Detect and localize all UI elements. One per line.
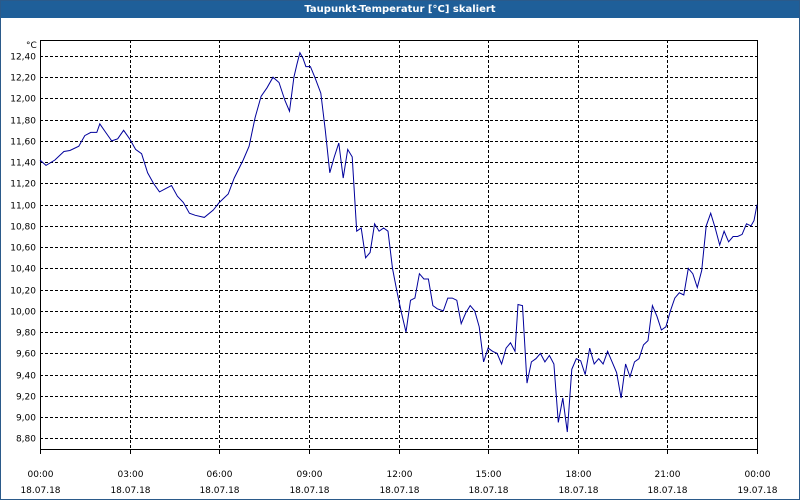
y-tick-label: 11,00 [10,202,36,212]
y-tick-label: 10,20 [10,287,36,297]
x-tick-date-label: 18.07.18 [468,486,508,496]
x-tick-time-label: 18:00 [566,470,592,480]
y-tick-label: 10,60 [10,244,36,254]
x-tick-date-label: 18.07.18 [110,486,150,496]
x-tick-date-label: 18.07.18 [20,486,60,496]
x-tick-date-label: 18.07.18 [199,486,239,496]
x-tick-time-label: 09:00 [297,470,323,480]
x-tick-time-label: 00:00 [745,470,771,480]
x-tick-time-label: 15:00 [476,470,502,480]
x-tick-date-label: 18.07.18 [379,486,419,496]
y-tick-label: 10,40 [10,265,36,275]
x-tick-time-label: 00:00 [28,470,54,480]
y-tick-label: 11,20 [10,180,36,190]
x-tick-date-label: 18.07.18 [289,486,329,496]
y-tick-label: 8,80 [16,435,36,445]
y-tick-label: 11,40 [10,159,36,169]
x-tick-date-label: 18.07.18 [558,486,598,496]
grid [40,40,757,449]
y-tick-label: 12,40 [10,53,36,63]
y-tick-label: 10,00 [10,308,36,318]
chart-canvas: 12,40 12,20 12,00 11,80 11,60 11,40 11,20 11,00… [10,40,778,496]
y-tick-label: 9,00 [16,414,36,424]
y-tick-label: 12,20 [10,74,36,84]
x-tick-time-label: 12:00 [387,470,413,480]
y-tick-label: 9,20 [16,393,36,403]
x-tick-time-label: 03:00 [118,470,144,480]
x-tick-date-label: 18.07.18 [647,486,687,496]
y-tick-label: 12,00 [10,95,36,105]
y-tick-label: 11,60 [10,138,36,148]
x-tick-date-label: 19.07.18 [737,486,777,496]
y-tick-label: 9,40 [16,372,36,382]
y-axis-unit-label: °C [26,41,37,51]
y-tick-label: 9,60 [16,350,36,360]
y-tick-label: 10,80 [10,223,36,233]
y-tick-label: 9,80 [16,329,36,339]
y-tick-label: 11,80 [10,117,36,127]
x-tick-time-label: 06:00 [207,470,233,480]
x-tick-time-label: 21:00 [655,470,681,480]
